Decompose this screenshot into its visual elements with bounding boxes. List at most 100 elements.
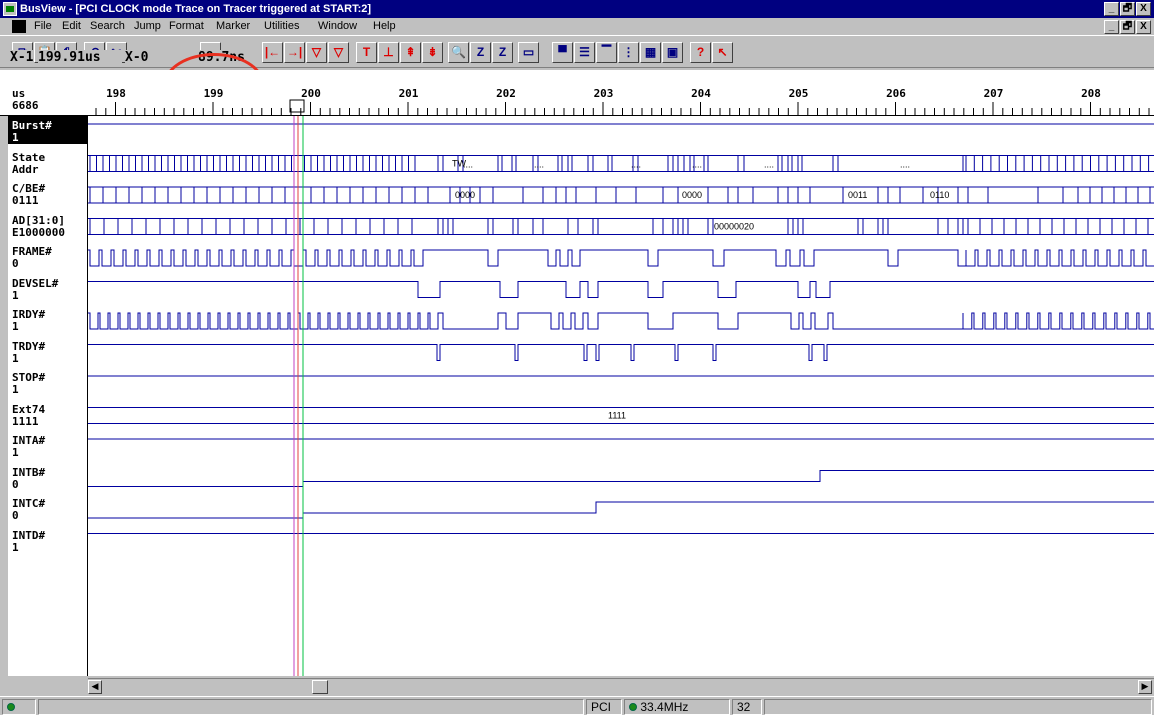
window5-icon[interactable]: ▦ (640, 42, 661, 63)
signal-value: 1 (12, 351, 19, 365)
pointer-help-icon[interactable]: ↖ (712, 42, 733, 63)
signal-name[interactable]: STOP# (12, 372, 45, 383)
window2-icon[interactable]: ☰ (574, 42, 595, 63)
ruler-tick-label: 199 (203, 87, 224, 100)
cbe-label: 0011 (848, 190, 867, 200)
status-indicator (2, 699, 36, 715)
marker-x-icon[interactable]: ▽ (306, 42, 327, 63)
horizontal-scrollbar[interactable]: ◀ ▶ (88, 678, 1154, 694)
menu-utilities[interactable]: Utilities (264, 18, 299, 35)
window1-icon[interactable]: ▀ (552, 42, 573, 63)
scroll-left-icon[interactable]: ◀ (88, 680, 102, 694)
signal-name[interactable]: TRDY# (12, 341, 45, 352)
search-icon[interactable]: 🔍 (448, 42, 469, 63)
signal-name[interactable]: INTD# (12, 530, 45, 541)
goto-end-icon[interactable]: →| (284, 42, 305, 63)
signal-value: 1111 (12, 414, 39, 428)
waveform-panel[interactable]: TW........................ 0000 0000 0011 01… (88, 116, 1154, 676)
fit-icon[interactable]: ▭ (518, 42, 539, 63)
signal-name[interactable]: IRDY# (12, 309, 45, 320)
signal-name[interactable]: State (12, 152, 45, 163)
signal-value: 1 (12, 383, 19, 396)
window3-icon[interactable]: ▔ (596, 42, 617, 63)
zoom-z-icon[interactable]: Z (470, 42, 491, 63)
menu-marker[interactable]: Marker (216, 18, 250, 35)
trigger-down-icon[interactable]: ⊥ (378, 42, 399, 63)
restore-button[interactable]: 🗗 (1120, 2, 1135, 16)
signal-name[interactable]: C/BE# (12, 183, 45, 194)
cbe-label: 0110 (930, 190, 949, 200)
app-icon[interactable] (3, 2, 17, 16)
signal-label-panel[interactable]: Burst# 1 State Addr C/BE# 0111 AD[31:0] E10000… (8, 116, 88, 676)
signal-name[interactable]: DEVSEL# (12, 278, 58, 289)
doc-minimize-button[interactable]: _ (1104, 20, 1119, 34)
wave-intb (88, 470, 1154, 487)
status-clock: 33.4MHz (624, 699, 730, 715)
signal-name[interactable]: FRAME# (12, 246, 52, 257)
menu-search[interactable]: Search (90, 18, 125, 35)
signal-value: 1 (12, 540, 19, 554)
selected-signal-highlight[interactable]: Burst# 1 (8, 116, 88, 144)
edge-down-icon[interactable]: ⇟ (422, 42, 443, 63)
title-bar[interactable]: BusView - [PCI CLOCK mode Trace on Trace… (0, 0, 1154, 18)
wave-state-bus (88, 155, 1154, 172)
signal-name[interactable]: Ext74 (12, 404, 45, 415)
signal-value: Addr (12, 162, 39, 176)
busview-window: BusView - [PCI CLOCK mode Trace on Trace… (0, 0, 1154, 715)
ruler-tick-label: 201 (398, 87, 419, 100)
state-label: .... (631, 160, 641, 170)
signal-value: 0111 (12, 194, 39, 207)
state-label: .... (764, 160, 774, 170)
help-icon[interactable]: ? (690, 42, 711, 63)
cursor-x0-value: 89.7ns (198, 50, 258, 67)
window4-icon[interactable]: ⋮ (618, 42, 639, 63)
doc-close-button[interactable]: X (1136, 20, 1151, 34)
signal-name[interactable]: INTA# (12, 435, 45, 446)
wave-trdy (88, 344, 1154, 361)
menu-window[interactable]: Window (318, 18, 357, 35)
state-label: .... (900, 160, 910, 170)
signal-value: 0 (12, 509, 19, 522)
ruler-tick-label: 207 (983, 87, 1004, 100)
status-bar: PCI 33.4MHz 32 (0, 696, 1154, 715)
waveform-canvas[interactable]: TW.................... ....0000 0000 0011 01… (88, 116, 1154, 676)
doc-restore-button[interactable]: 🗗 (1120, 20, 1135, 34)
scroll-right-icon[interactable]: ▶ (1138, 680, 1152, 694)
trigger-t-icon[interactable]: T (356, 42, 377, 63)
menu-bar: File Edit Search Jump Format Marker Util… (0, 18, 1154, 35)
close-button[interactable]: X (1136, 2, 1151, 16)
signal-name[interactable]: INTC# (12, 498, 45, 509)
ruler-tick-label: 198 (106, 87, 126, 100)
signal-name[interactable]: AD[31:0] (12, 215, 65, 226)
state-label: .... (463, 160, 473, 170)
wave-frame (88, 249, 1154, 267)
document-icon[interactable] (12, 20, 26, 33)
trigger-marker-icon[interactable] (289, 99, 305, 113)
marker-o-icon[interactable]: ▽ (328, 42, 349, 63)
menu-jump[interactable]: Jump (134, 18, 161, 35)
scroll-thumb[interactable] (312, 680, 328, 694)
time-ruler[interactable] (0, 70, 1154, 116)
edge-up-icon[interactable]: ⇞ (400, 42, 421, 63)
signal-name[interactable]: Burst# (12, 120, 52, 131)
menu-edit[interactable]: Edit (62, 18, 81, 35)
menu-format[interactable]: Format (169, 18, 204, 35)
status-led-icon (7, 703, 15, 711)
status-clock-value: 33.4MHz (640, 700, 689, 714)
sample-count: 6686 (12, 99, 39, 112)
signal-name[interactable]: INTB# (12, 467, 45, 478)
signal-value: 0 (12, 257, 19, 270)
menu-file[interactable]: File (34, 18, 52, 35)
cbe-label: 0000 (682, 190, 702, 200)
zoom-z2-icon[interactable]: Z (492, 42, 513, 63)
status-width: 32 (732, 699, 762, 715)
status-message (38, 699, 584, 715)
goto-start-icon[interactable]: |← (262, 42, 283, 63)
signal-value: 1 (12, 131, 19, 144)
minimize-button[interactable]: _ (1104, 2, 1119, 16)
menu-help[interactable]: Help (373, 18, 396, 35)
cbe-label: 0000 (455, 190, 475, 200)
signal-value: 1 (12, 446, 19, 459)
toolbar: ⧉ 📋 ⎙ ↶ ✂ ⌕ |← →| ▽ ▽ T ⊥ ⇞ ⇟ 🔍 Z Z ▭ ▀ … (0, 35, 1154, 68)
window6-icon[interactable]: ▣ (662, 42, 683, 63)
